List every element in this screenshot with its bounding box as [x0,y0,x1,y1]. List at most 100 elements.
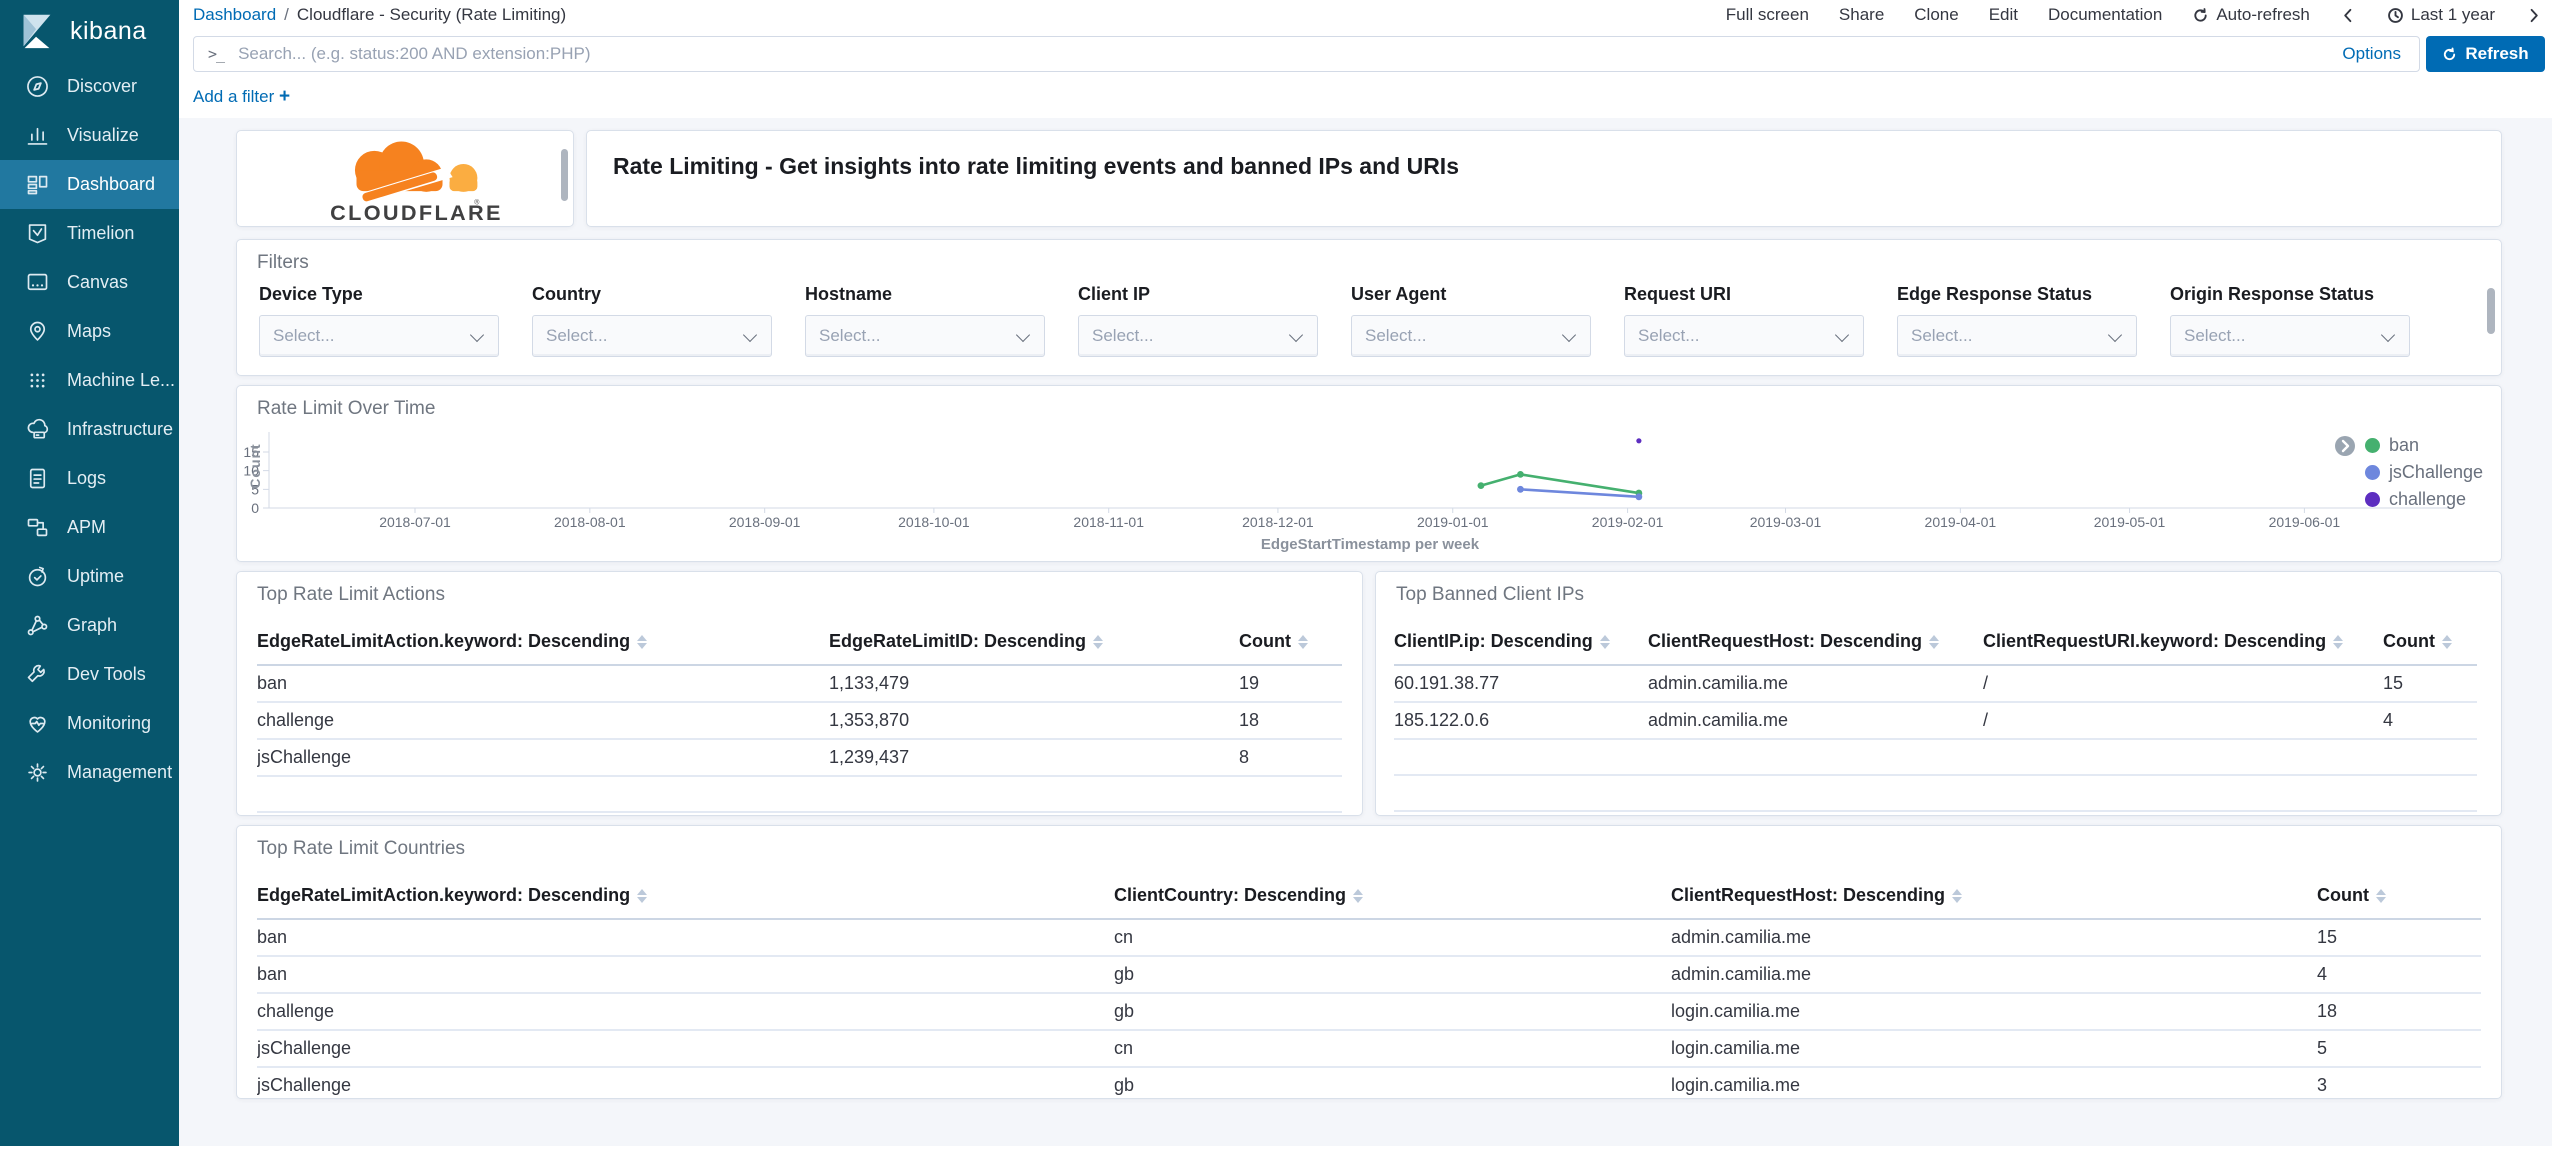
time-range-label: Last 1 year [2410,5,2495,24]
full-screen-button[interactable]: Full screen [1726,5,1809,25]
column-header[interactable]: ClientCountry: Descending [1114,876,1671,920]
breadcrumb: Dashboard / Cloudflare - Security (Rate … [193,5,566,25]
sort-icon[interactable] [1929,635,1940,649]
refresh-button[interactable]: Refresh [2426,36,2545,72]
sort-icon[interactable] [637,635,648,649]
table-row[interactable]: challenge 1,353,870 18 [257,702,1342,740]
column-header[interactable]: ClientRequestHost: Descending [1648,622,1983,666]
table-row[interactable]: jsChallenge 1,239,437 8 [257,739,1342,777]
cell: ban [257,919,1114,957]
kibana-brand-text: kibana [70,16,147,45]
cell: 15 [2383,665,2477,703]
add-filter-button[interactable]: Add a filter + [193,86,290,108]
sidebar-item-visualize[interactable]: Visualize [0,111,179,160]
origin-response-status-select[interactable]: Select... [2170,315,2410,357]
filter-edge-response-status: Edge Response Status Select... [1897,284,2137,357]
top-banned-client-ips-panel: Top Banned Client IPs ClientIP.ip: Desce… [1375,571,2502,816]
time-back-button[interactable] [2340,7,2357,24]
sidebar-item-discover[interactable]: Discover [0,62,179,111]
sort-icon[interactable] [637,889,648,903]
column-header[interactable]: ClientIP.ip: Descending [1394,622,1648,666]
sidebar-item-label: Management [67,762,173,782]
client-ip-select[interactable]: Select... [1078,315,1318,357]
country-select[interactable]: Select... [532,315,772,357]
search-input[interactable] [236,43,2343,65]
legend-item-challenge[interactable]: challenge [2364,486,2483,513]
sidebar-item-logs[interactable]: Logs [0,454,179,503]
svg-text:2019-03-01: 2019-03-01 [1750,514,1822,530]
empty-table-row [1394,739,2477,776]
legend-label: ban [2388,435,2419,455]
device-type-select[interactable]: Select... [259,315,499,357]
edit-button[interactable]: Edit [1989,5,2018,25]
sort-icon[interactable] [2333,635,2344,649]
svg-text:2019-05-01: 2019-05-01 [2094,514,2166,530]
share-button[interactable]: Share [1839,5,1884,25]
documentation-link[interactable]: Documentation [2048,5,2162,25]
sidebar-item-maps[interactable]: Maps [0,307,179,356]
uptime-icon [28,566,47,587]
wrench-icon [27,664,45,683]
cell: / [1983,665,2383,703]
query-options-link[interactable]: Options [2342,44,2401,64]
column-header[interactable]: EdgeRateLimitID: Descending [829,622,1239,666]
scrollbar-thumb[interactable] [561,149,568,201]
table-row[interactable]: ban 1,133,479 19 [257,665,1342,703]
sidebar-item-monitoring[interactable]: Monitoring [0,699,179,748]
sidebar-item-dashboard[interactable]: Dashboard [0,160,179,209]
timelion-icon [28,224,47,244]
sort-icon[interactable] [1353,889,1364,903]
auto-refresh-button[interactable]: Auto-refresh [2192,5,2310,25]
panel-title: Top Rate Limit Actions [257,584,445,605]
table-row[interactable]: jsChallenge gb login.camilia.me 3 [257,1067,2481,1098]
sidebar-item-canvas[interactable]: Canvas [0,258,179,307]
cell: 1,133,479 [829,665,1239,703]
column-header[interactable]: Count [1239,622,1342,666]
clone-button[interactable]: Clone [1914,5,1958,25]
column-header[interactable]: Count [2383,622,2477,666]
table-row[interactable]: challenge gb login.camilia.me 18 [257,993,2481,1031]
time-picker-button[interactable]: Last 1 year [2387,5,2495,25]
sort-icon[interactable] [2441,635,2452,649]
sidebar-item-graph[interactable]: Graph [0,601,179,650]
sidebar-item-apm[interactable]: APM [0,503,179,552]
svg-text:2018-07-01: 2018-07-01 [379,514,451,530]
sidebar-item-management[interactable]: Management [0,748,179,797]
legend-item-ban[interactable]: ban [2364,432,2483,459]
column-header[interactable]: Count [2317,876,2481,920]
filter-label: Device Type [259,284,363,304]
column-header[interactable]: EdgeRateLimitAction.keyword: Descending [257,622,829,666]
sidebar-item-dev-tools[interactable]: Dev Tools [0,650,179,699]
sort-icon[interactable] [1093,635,1104,649]
sort-icon[interactable] [1599,635,1610,649]
sort-icon[interactable] [2375,889,2386,903]
sidebar-item-machine-learning[interactable]: Machine Le... [0,356,179,405]
hostname-select[interactable]: Select... [805,315,1045,357]
kibana-logo[interactable]: kibana [0,0,179,62]
request-uri-select[interactable]: Select... [1624,315,1864,357]
sidebar-item-infrastructure[interactable]: Infrastructure [0,405,179,454]
sort-icon[interactable] [1952,889,1963,903]
table-row[interactable]: jsChallenge cn login.camilia.me 5 [257,1030,2481,1068]
column-header[interactable]: ClientRequestURI.keyword: Descending [1983,622,2383,666]
table-row[interactable]: ban cn admin.camilia.me 15 [257,919,2481,957]
sort-icon[interactable] [1297,635,1308,649]
table-row[interactable]: 185.122.0.6 admin.camilia.me / 4 [1394,702,2477,740]
user-agent-select[interactable]: Select... [1351,315,1591,357]
cell: challenge [257,702,829,740]
y-axis-title: Count [247,443,263,489]
edge-response-status-select[interactable]: Select... [1897,315,2137,357]
column-header[interactable]: ClientRequestHost: Descending [1671,876,2317,920]
column-header[interactable]: EdgeRateLimitAction.keyword: Descending [257,876,1114,920]
rate-limit-over-time-panel: Rate Limit Over Time 0 5 10 15 2018-07-01 201… [236,385,2502,562]
time-forward-button[interactable] [2525,7,2542,24]
sidebar-item-uptime[interactable]: Uptime [0,552,179,601]
legend-expand-icon[interactable] [2334,435,2356,457]
table-row[interactable]: ban gb admin.camilia.me 4 [257,956,2481,994]
legend-item-jschallenge[interactable]: jsChallenge [2364,459,2483,486]
sidebar-item-timelion[interactable]: Timelion [0,209,179,258]
panel-title: Top Banned Client IPs [1396,584,1585,605]
scrollbar-thumb[interactable] [2487,288,2495,334]
table-row[interactable]: 60.191.38.77 admin.camilia.me / 15 [1394,665,2477,703]
breadcrumb-dashboard-link[interactable]: Dashboard [193,5,276,25]
